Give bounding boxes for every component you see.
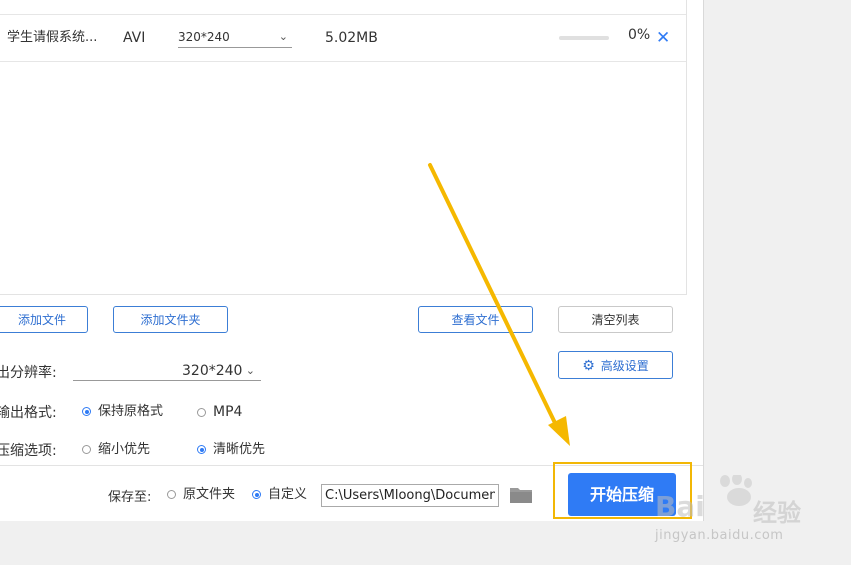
watermark-brand-cn: 经验 (753, 499, 801, 527)
resolution-select[interactable]: 320*240 ⌄ (73, 362, 261, 381)
radio-dot (252, 490, 261, 499)
close-icon[interactable]: ✕ (656, 28, 670, 48)
radio-label: 保持原格式 (98, 404, 164, 419)
compress-size-first-radio[interactable]: 缩小优先 (82, 441, 150, 459)
advanced-settings-label: 高级设置 (600, 359, 649, 373)
radio-label: 自定义 (268, 487, 308, 502)
add-folder-button[interactable]: 添加文件夹 (113, 306, 228, 333)
radio-dot (167, 490, 176, 499)
gear-icon: ⚙ (582, 358, 595, 374)
row-resolution-value: 320*240 (178, 30, 230, 44)
watermark-url: jingyan.baidu.com (655, 528, 784, 543)
save-to-label: 保存至: (108, 490, 152, 505)
radio-label: 原文件夹 (183, 487, 236, 502)
file-format: AVI (123, 30, 146, 46)
progress-bar (559, 36, 609, 40)
save-original-folder-radio[interactable]: 原文件夹 (167, 486, 235, 504)
advanced-settings-button[interactable]: ⚙ 高级设置 (558, 351, 673, 379)
radio-dot (82, 407, 91, 416)
radio-label: MP4 (213, 404, 243, 420)
chevron-down-icon: ⌄ (278, 30, 288, 43)
output-format-label: 输出格式: (0, 405, 57, 421)
save-path-input[interactable] (321, 484, 499, 507)
radio-label: 缩小优先 (98, 442, 151, 457)
clear-list-button[interactable]: 清空列表 (558, 306, 673, 333)
compress-option-label: 压缩选项: (0, 443, 57, 459)
watermark-brand: Bai (655, 490, 705, 523)
format-keep-original-radio[interactable]: 保持原格式 (82, 403, 163, 421)
resolution-label: 出分辨率: (0, 365, 57, 381)
chevron-down-icon: ⌄ (245, 364, 255, 377)
format-mp4-radio[interactable]: MP4 (197, 403, 242, 421)
file-name: 学生请假系统... (7, 30, 98, 45)
compress-clarity-first-radio[interactable]: 清晰优先 (197, 441, 265, 459)
file-list: 学生请假系统... AVI 320*240 ⌄ 5.02MB 0% ✕ (0, 0, 687, 295)
radio-dot (197, 445, 206, 454)
resolution-value: 320*240 (182, 363, 243, 379)
view-file-button[interactable]: 查看文件 (418, 306, 533, 333)
radio-label: 清晰优先 (213, 442, 266, 457)
add-file-button[interactable]: 添加文件 (0, 306, 88, 333)
table-row[interactable]: 学生请假系统... AVI 320*240 ⌄ 5.02MB 0% ✕ (0, 15, 686, 62)
app-window: 学生请假系统... AVI 320*240 ⌄ 5.02MB 0% ✕ 添加文件… (0, 0, 704, 521)
row-resolution-select[interactable]: 320*240 ⌄ (178, 27, 292, 48)
radio-dot (82, 445, 91, 454)
save-custom-radio[interactable]: 自定义 (252, 486, 307, 504)
file-size: 5.02MB (325, 30, 378, 46)
progress-percent: 0% (628, 27, 651, 43)
folder-icon[interactable] (509, 486, 533, 504)
radio-dot (197, 408, 206, 417)
